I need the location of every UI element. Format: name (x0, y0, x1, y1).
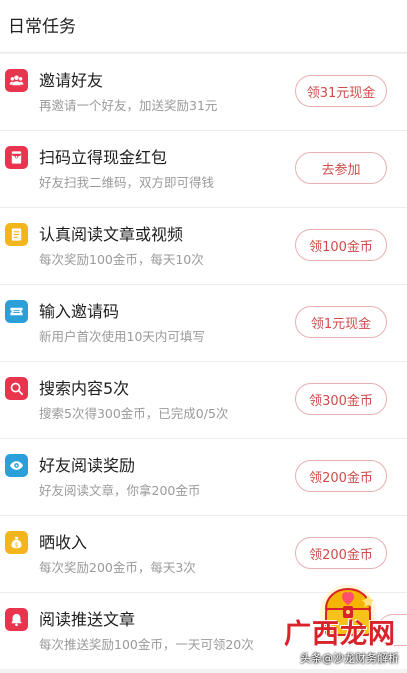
task-description: 每次奖励200金币，每天3次 (39, 560, 196, 575)
task-title: 好友阅读奖励 (39, 456, 136, 475)
task-title: 邀请好友 (39, 71, 104, 90)
claim-200-coins-button[interactable]: 领200金币 (295, 537, 387, 569)
eye-icon (5, 454, 28, 477)
claim-100-coins-button[interactable]: 领100金币 (295, 229, 387, 261)
task-description: 搜索5次得300金币，已完成0/5次 (39, 406, 229, 421)
people-icon (5, 69, 28, 92)
task-title: 晒收入 (39, 533, 88, 552)
task-row-share-income[interactable]: $ 晒收入 每次奖励200金币，每天3次 领200金币 (0, 516, 407, 593)
watermark-logo: 广西龙网 (284, 619, 396, 650)
task-row-friend-read[interactable]: 好友阅读奖励 好友阅读文章，你拿200金币 领200金币 (0, 439, 407, 516)
red-envelope-icon (5, 146, 28, 169)
header: 日常任务 (0, 0, 407, 53)
task-row-invite-code[interactable]: 输入邀请码 新用户首次使用10天内可填写 领1元现金 (0, 285, 407, 362)
task-description: 新用户首次使用10天内可填写 (39, 329, 205, 344)
task-title: 搜索内容5次 (39, 379, 130, 398)
task-title: 认真阅读文章或视频 (39, 225, 184, 244)
task-description: 再邀请一个好友，加送奖励31元 (39, 98, 218, 113)
task-description: 好友阅读文章，你拿200金币 (39, 483, 201, 498)
claim-31-cash-button[interactable]: 领31元现金 (295, 75, 387, 107)
task-title: 扫码立得现金红包 (39, 148, 168, 167)
watermark-caption: 头条@沙龙财务解析 (300, 652, 399, 665)
task-row-read-article[interactable]: 认真阅读文章或视频 每次奖励100金币，每天10次 领100金币 (0, 208, 407, 285)
join-button[interactable]: 去参加 (295, 152, 387, 184)
task-description: 每次奖励100金币，每天10次 (39, 252, 204, 267)
task-description: 好友扫我二维码，双方即可得钱 (39, 175, 215, 190)
task-row-invite-friend[interactable]: 邀请好友 再邀请一个好友，加送奖励31元 领31元现金 (0, 54, 407, 131)
search-icon (5, 377, 28, 400)
svg-text:$: $ (15, 542, 19, 549)
page-title: 日常任务 (8, 17, 76, 37)
document-icon (5, 223, 28, 246)
task-row-search[interactable]: 搜索内容5次 搜索5次得300金币，已完成0/5次 领300金币 (0, 362, 407, 439)
task-list: 邀请好友 再邀请一个好友，加送奖励31元 领31元现金 扫码立得现金红包 好友扫… (0, 54, 407, 669)
ticket-icon (5, 300, 28, 323)
task-title: 输入邀请码 (39, 302, 120, 321)
money-bag-icon: $ (5, 531, 28, 554)
bell-icon (5, 608, 28, 631)
claim-1-cash-button[interactable]: 领1元现金 (295, 306, 387, 338)
task-description: 每次推送奖励100金币，一天可领20次 (39, 637, 254, 652)
task-row-scan-code[interactable]: 扫码立得现金红包 好友扫我二维码，双方即可得钱 去参加 (0, 131, 407, 208)
task-title: 阅读推送文章 (39, 610, 136, 629)
claim-200-coins-button[interactable]: 领200金币 (295, 460, 387, 492)
claim-300-coins-button[interactable]: 领300金币 (295, 383, 387, 415)
